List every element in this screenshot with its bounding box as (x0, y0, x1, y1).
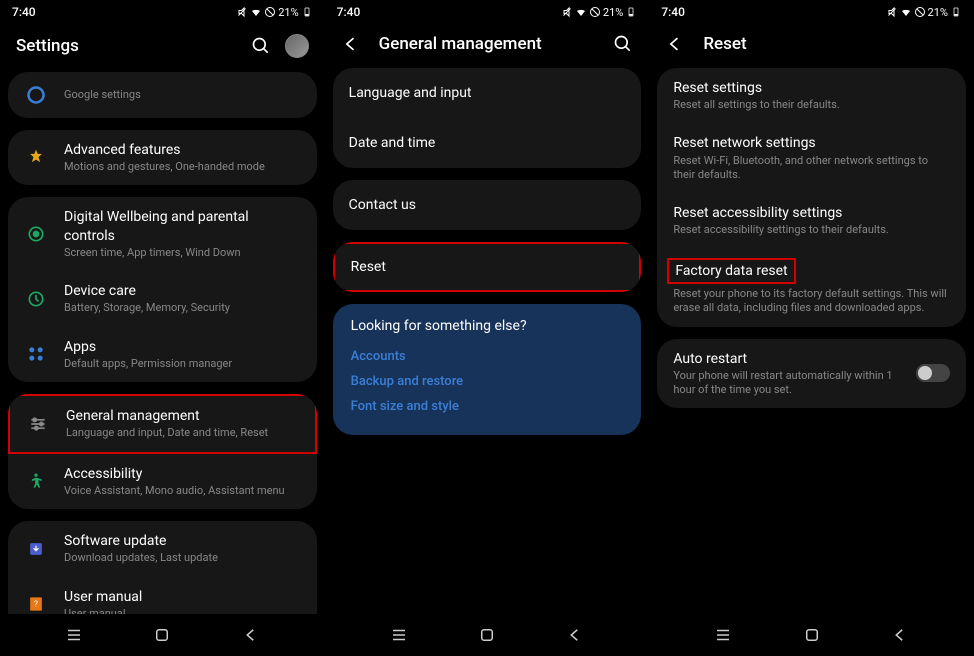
screen-settings: 7:40 21% Settings Google settings Advanc… (0, 0, 325, 656)
item-general-management[interactable]: General managementLanguage and input, Da… (8, 394, 317, 453)
settings-list: Google settings Advanced featuresMotions… (0, 72, 325, 614)
looking-card: Looking for something else? Accounts Bac… (333, 304, 642, 435)
status-battery: 21% (603, 6, 623, 19)
status-icons: 21% (236, 6, 312, 19)
device-care-icon (24, 287, 48, 311)
link-accounts[interactable]: Accounts (351, 344, 624, 369)
back-button[interactable] (242, 626, 260, 644)
link-font-size-style[interactable]: Font size and style (351, 394, 624, 419)
nav-bar (325, 614, 650, 656)
status-time: 7:40 (12, 5, 36, 19)
status-bar: 7:40 21% (325, 0, 650, 24)
item-reset[interactable]: Reset (333, 242, 642, 292)
item-date-time[interactable]: Date and time (333, 118, 642, 168)
item-auto-restart[interactable]: Auto restartYour phone will restart auto… (657, 339, 966, 409)
item-accessibility[interactable]: AccessibilityVoice Assistant, Mono audio… (8, 454, 317, 509)
wifi-icon (250, 6, 262, 18)
back-button[interactable] (891, 626, 909, 644)
search-icon[interactable] (251, 36, 271, 56)
status-time: 7:40 (337, 5, 361, 19)
header: Reset (649, 24, 974, 68)
apps-icon (24, 342, 48, 366)
item-advanced-features[interactable]: Advanced featuresMotions and gestures, O… (8, 130, 317, 185)
svg-text:?: ? (34, 600, 38, 610)
item-user-manual[interactable]: ? User manualUser manual (8, 577, 317, 614)
advanced-icon (24, 146, 48, 170)
item-contact-us[interactable]: Contact us (333, 180, 642, 230)
no-data-icon (914, 6, 926, 18)
looking-title: Looking for something else? (351, 318, 624, 334)
battery-icon (625, 6, 637, 18)
page-title: Settings (16, 36, 251, 56)
home-button[interactable] (803, 626, 821, 644)
item-reset-network[interactable]: Reset network settingsReset Wi-Fi, Bluet… (657, 123, 966, 193)
general-mgmt-list: Language and input Date and time Contact… (325, 68, 650, 614)
nav-bar (0, 614, 325, 656)
reset-list: Reset settingsReset all settings to thei… (649, 68, 974, 614)
header: General management (325, 24, 650, 68)
home-button[interactable] (478, 626, 496, 644)
header: Settings (0, 24, 325, 72)
battery-icon (301, 6, 313, 18)
item-language-input[interactable]: Language and input (333, 68, 642, 118)
status-bar: 7:40 21% (0, 0, 325, 24)
mute-icon (886, 6, 898, 18)
item-apps[interactable]: AppsDefault apps, Permission manager (8, 327, 317, 382)
avatar[interactable] (285, 34, 309, 58)
item-digital-wellbeing[interactable]: Digital Wellbeing and parental controlsS… (8, 197, 317, 271)
page-title: Reset (703, 34, 958, 54)
item-google-settings[interactable]: Google settings (8, 72, 317, 118)
recents-button[interactable] (65, 626, 83, 644)
status-battery: 21% (278, 6, 298, 19)
back-icon[interactable] (665, 34, 685, 54)
status-icons: 21% (886, 6, 962, 19)
update-icon (24, 537, 48, 561)
item-factory-data-reset[interactable]: Factory data reset Reset your phone to i… (657, 249, 966, 327)
back-button[interactable] (566, 626, 584, 644)
no-data-icon (589, 6, 601, 18)
item-device-care[interactable]: Device careBattery, Storage, Memory, Sec… (8, 271, 317, 326)
back-icon[interactable] (341, 34, 361, 54)
item-software-update[interactable]: Software updateDownload updates, Last up… (8, 521, 317, 576)
home-button[interactable] (153, 626, 171, 644)
accessibility-icon (24, 469, 48, 493)
screen-general-management: 7:40 21% General management Language and… (325, 0, 650, 656)
wifi-icon (900, 6, 912, 18)
screen-reset: 7:40 21% Reset Reset settingsReset all s… (649, 0, 974, 656)
wellbeing-icon (24, 222, 48, 246)
status-bar: 7:40 21% (649, 0, 974, 24)
wifi-icon (575, 6, 587, 18)
nav-bar (649, 614, 974, 656)
general-mgmt-icon (26, 412, 50, 436)
battery-icon (950, 6, 962, 18)
search-icon[interactable] (613, 34, 633, 54)
recents-button[interactable] (390, 626, 408, 644)
item-reset-accessibility[interactable]: Reset accessibility settingsReset access… (657, 193, 966, 248)
status-time: 7:40 (661, 5, 685, 19)
status-battery: 21% (928, 6, 948, 19)
link-backup-restore[interactable]: Backup and restore (351, 369, 624, 394)
manual-icon: ? (24, 592, 48, 614)
auto-restart-toggle[interactable] (916, 364, 950, 382)
recents-button[interactable] (714, 626, 732, 644)
mute-icon (236, 6, 248, 18)
mute-icon (561, 6, 573, 18)
google-icon (24, 83, 48, 107)
page-title: General management (379, 34, 614, 54)
no-data-icon (264, 6, 276, 18)
item-reset-settings[interactable]: Reset settingsReset all settings to thei… (657, 68, 966, 123)
status-icons: 21% (561, 6, 637, 19)
